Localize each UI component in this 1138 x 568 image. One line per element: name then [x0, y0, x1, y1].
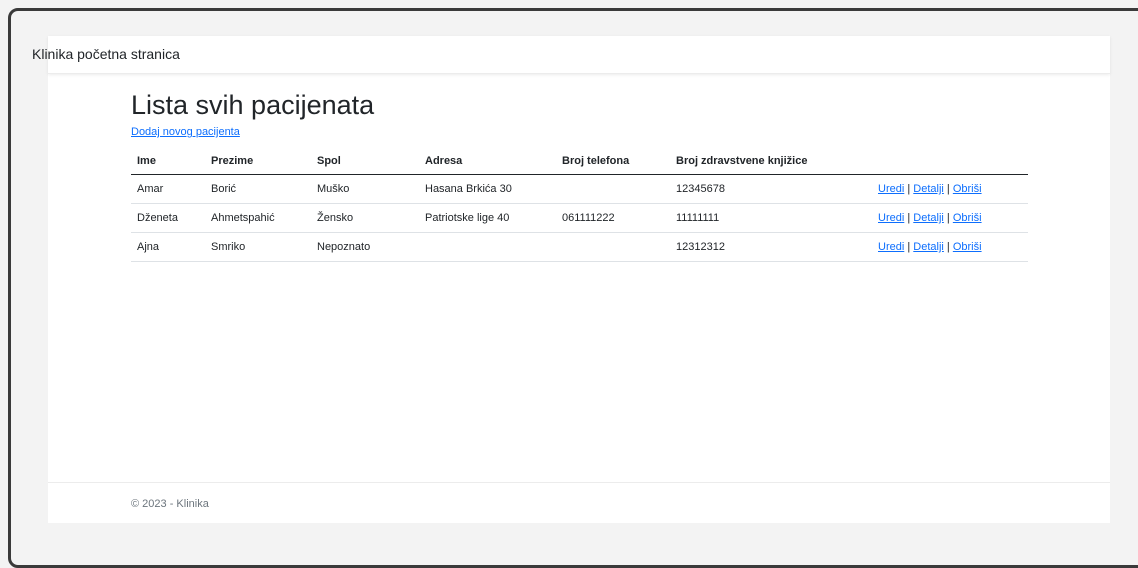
- table-row: Ajna Smriko Nepoznato 12312312 Uredi | D…: [131, 232, 1028, 262]
- action-separator: |: [946, 241, 950, 253]
- action-separator: |: [907, 241, 911, 253]
- cell-spol: Muško: [311, 174, 419, 204]
- cell-broj-telefona: 061111222: [556, 203, 670, 233]
- footer: © 2023 - Klinika: [48, 482, 1110, 524]
- header-spol: Spol: [311, 148, 419, 175]
- delete-link[interactable]: Obriši: [953, 241, 982, 253]
- cell-ime: Dženeta: [131, 203, 205, 233]
- action-separator: |: [946, 183, 950, 195]
- edit-link[interactable]: Uredi: [878, 212, 904, 224]
- cell-spol: Nepoznato: [311, 232, 419, 262]
- cell-broj-knjizice: 11111111: [670, 203, 872, 233]
- action-separator: |: [946, 212, 950, 224]
- cell-adresa: Patriotske lige 40: [419, 203, 556, 233]
- cell-prezime: Borić: [205, 174, 311, 204]
- cell-adresa: Hasana Brkića 30: [419, 174, 556, 204]
- browser-page: Klinika početna stranica Lista svih paci…: [32, 36, 1110, 524]
- header-prezime: Prezime: [205, 148, 311, 175]
- header-adresa: Adresa: [419, 148, 556, 175]
- navbar-brand-link[interactable]: Klinika početna stranica: [32, 46, 180, 62]
- cell-ime: Amar: [131, 174, 205, 204]
- header-broj-zdravstvene-knjizice: Broj zdravstvene knjižice: [670, 148, 872, 175]
- add-patient-link[interactable]: Dodaj novog pacijenta: [131, 126, 240, 138]
- patients-table: Ime Prezime Spol Adresa Broj telefona Br…: [131, 148, 1028, 262]
- details-link[interactable]: Detalji: [913, 183, 944, 195]
- header-broj-telefona: Broj telefona: [556, 148, 670, 175]
- cell-broj-knjizice: 12312312: [670, 232, 872, 262]
- table-row: Dženeta Ahmetspahić Žensko Patriotske li…: [131, 203, 1028, 233]
- cell-spol: Žensko: [311, 203, 419, 233]
- table-row: Amar Borić Muško Hasana Brkića 30 123456…: [131, 174, 1028, 204]
- cell-broj-telefona: [556, 174, 670, 204]
- page-title: Lista svih pacijenata: [131, 90, 375, 120]
- cell-actions: Uredi | Detalji | Obriši: [872, 203, 1028, 233]
- details-link[interactable]: Detalji: [913, 212, 944, 224]
- action-separator: |: [907, 212, 911, 224]
- header-actions: [872, 148, 1028, 175]
- cell-broj-knjizice: 12345678: [670, 174, 872, 204]
- cell-actions: Uredi | Detalji | Obriši: [872, 232, 1028, 262]
- cell-actions: Uredi | Detalji | Obriši: [872, 174, 1028, 204]
- table-header-row: Ime Prezime Spol Adresa Broj telefona Br…: [131, 148, 1028, 175]
- details-link[interactable]: Detalji: [913, 241, 944, 253]
- footer-copyright: © 2023 - Klinika: [131, 498, 209, 510]
- cell-broj-telefona: [556, 232, 670, 262]
- cell-adresa: [419, 232, 556, 262]
- delete-link[interactable]: Obriši: [953, 183, 982, 195]
- header-ime: Ime: [131, 148, 205, 175]
- edit-link[interactable]: Uredi: [878, 241, 904, 253]
- navbar: Klinika početna stranica: [32, 36, 1110, 74]
- cell-prezime: Ahmetspahić: [205, 203, 311, 233]
- edit-link[interactable]: Uredi: [878, 183, 904, 195]
- main-content: Lista svih pacijenata Dodaj novog pacije…: [131, 88, 1028, 262]
- cell-prezime: Smriko: [205, 232, 311, 262]
- delete-link[interactable]: Obriši: [953, 212, 982, 224]
- cell-ime: Ajna: [131, 232, 205, 262]
- action-separator: |: [907, 183, 911, 195]
